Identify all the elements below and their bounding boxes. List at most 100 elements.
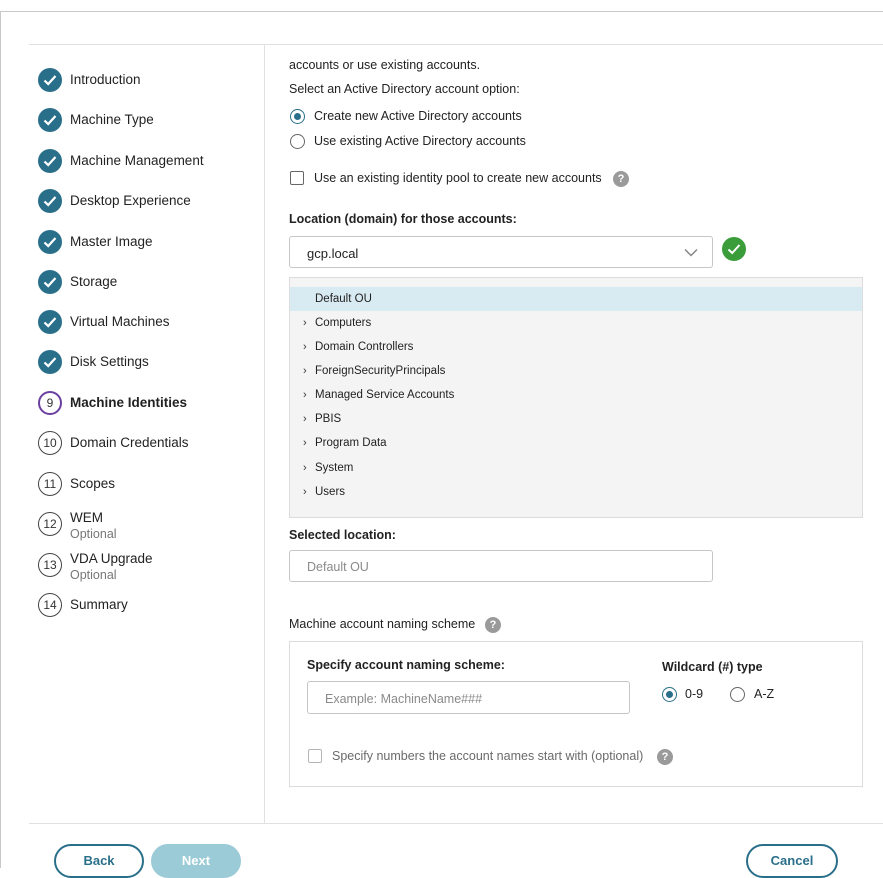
chevron-right-icon[interactable]: ›	[303, 383, 307, 407]
tree-item-label: System	[315, 462, 354, 474]
start-numbers-label[interactable]: Specify numbers the account names start …	[332, 749, 643, 763]
naming-scheme-placeholder: Example: MachineName###	[325, 692, 483, 706]
step-number: 12	[38, 512, 62, 536]
tree-item[interactable]: › System	[290, 456, 862, 480]
step-number: 9	[38, 391, 62, 415]
identity-pool-checkbox[interactable]	[290, 171, 304, 185]
help-icon[interactable]: ?	[613, 171, 629, 187]
chevron-right-icon[interactable]: ›	[303, 407, 307, 431]
step-machine-type[interactable]: Machine Type	[38, 108, 154, 132]
tree-item-label: Users	[315, 486, 346, 498]
step-scopes[interactable]: 11 Scopes	[38, 472, 115, 496]
ou-tree: Default OU › Computers › Domain Controll…	[289, 277, 863, 518]
checkmark-icon	[38, 310, 62, 334]
back-button[interactable]: Back	[54, 844, 144, 878]
chevron-right-icon[interactable]: ›	[303, 359, 307, 383]
specify-naming-label: Specify account naming scheme:	[307, 658, 505, 672]
chevron-right-icon[interactable]: ›	[303, 456, 307, 480]
step-desktop-experience[interactable]: Desktop Experience	[38, 189, 191, 213]
window-left-border	[0, 11, 1, 868]
step-optional: Optional	[70, 568, 117, 582]
step-number: 10	[38, 431, 62, 455]
selected-location-label: Selected location:	[289, 528, 396, 542]
checkmark-icon	[38, 350, 62, 374]
ad-option-prompt: Select an Active Directory account optio…	[289, 82, 520, 96]
tree-item-label: Default OU	[315, 293, 372, 305]
tree-item[interactable]: › Users	[290, 480, 862, 504]
tree-item-label: Domain Controllers	[315, 341, 414, 353]
step-label: Introduction	[70, 72, 141, 87]
tree-item[interactable]: › ForeignSecurityPrincipals	[290, 359, 862, 383]
step-label: Scopes	[70, 476, 116, 491]
identity-pool-label[interactable]: Use an existing identity pool to create …	[314, 171, 602, 185]
step-label: Master Image	[70, 234, 153, 249]
chevron-down-icon	[684, 248, 698, 257]
tree-item[interactable]: › Managed Service Accounts	[290, 383, 862, 407]
step-summary[interactable]: 14 Summary	[38, 593, 128, 617]
tree-item-label: Program Data	[315, 437, 387, 449]
chevron-right-icon[interactable]: ›	[303, 311, 307, 335]
tree-item-default-ou[interactable]: Default OU	[290, 287, 862, 311]
help-icon[interactable]: ?	[657, 749, 673, 765]
wildcard-0-9-radio[interactable]	[662, 687, 677, 702]
tree-item[interactable]: › PBIS	[290, 407, 862, 431]
checkmark-icon	[38, 270, 62, 294]
checkmark-icon	[38, 108, 62, 132]
chevron-right-icon[interactable]: ›	[303, 480, 307, 504]
step-number: 14	[38, 593, 62, 617]
tree-item[interactable]: › Computers	[290, 311, 862, 335]
step-label: Virtual Machines	[70, 314, 170, 329]
naming-scheme-label: Machine account naming scheme	[289, 617, 476, 631]
step-domain-credentials[interactable]: 10 Domain Credentials	[38, 431, 189, 455]
wildcard-type-label: Wildcard (#) type	[662, 660, 763, 674]
tree-item-label: ForeignSecurityPrincipals	[315, 365, 446, 377]
step-label: Machine Management	[70, 153, 204, 168]
checkmark-icon	[38, 230, 62, 254]
step-label: Desktop Experience	[70, 193, 191, 208]
step-label: Machine Identities	[70, 395, 188, 410]
wildcard-a-z-radio[interactable]	[730, 687, 745, 702]
step-label: Storage	[70, 274, 118, 289]
sidebar-divider	[264, 44, 265, 824]
step-label: Disk Settings	[70, 354, 149, 369]
step-machine-identities[interactable]: 9 Machine Identities	[38, 391, 187, 415]
step-virtual-machines[interactable]: Virtual Machines	[38, 310, 170, 334]
tree-item-label: Computers	[315, 317, 372, 329]
naming-scheme-input[interactable]: Example: MachineName###	[307, 681, 630, 714]
cancel-button[interactable]: Cancel	[746, 844, 838, 878]
header-divider	[29, 44, 883, 45]
wildcard-a-z-label[interactable]: A-Z	[754, 687, 774, 701]
domain-select[interactable]: gcp.local	[289, 236, 713, 268]
start-numbers-checkbox[interactable]	[308, 749, 322, 763]
step-machine-management[interactable]: Machine Management	[38, 149, 204, 173]
step-disk-settings[interactable]: Disk Settings	[38, 350, 149, 374]
step-storage[interactable]: Storage	[38, 270, 117, 294]
step-number: 11	[38, 472, 62, 496]
step-number: 13	[38, 553, 62, 577]
use-existing-ad-radio[interactable]	[290, 134, 305, 149]
tree-item[interactable]: › Domain Controllers	[290, 335, 862, 359]
intro-text: accounts or use existing accounts.	[289, 58, 481, 72]
use-existing-ad-label[interactable]: Use existing Active Directory accounts	[314, 134, 526, 148]
step-label: Summary	[70, 597, 128, 612]
step-introduction[interactable]: Introduction	[38, 68, 141, 92]
chevron-right-icon[interactable]: ›	[303, 431, 307, 455]
tree-item[interactable]: › Program Data	[290, 431, 862, 455]
checkmark-icon	[38, 189, 62, 213]
wildcard-0-9-label[interactable]: 0-9	[685, 687, 703, 701]
next-button[interactable]: Next	[151, 844, 241, 878]
domain-value: gcp.local	[307, 246, 359, 261]
step-vda-upgrade[interactable]: 13 VDA Upgrade Optional	[38, 551, 153, 583]
create-new-ad-radio[interactable]	[290, 109, 305, 124]
checkmark-icon	[38, 149, 62, 173]
help-icon[interactable]: ?	[485, 617, 501, 633]
step-label: Domain Credentials	[70, 435, 189, 450]
selected-location-field: Default OU	[289, 550, 713, 582]
step-label: WEM	[70, 510, 103, 525]
create-new-ad-label[interactable]: Create new Active Directory accounts	[314, 109, 522, 123]
chevron-right-icon[interactable]: ›	[303, 335, 307, 359]
step-master-image[interactable]: Master Image	[38, 230, 153, 254]
location-label: Location (domain) for those accounts:	[289, 212, 517, 226]
step-label: VDA Upgrade	[70, 551, 153, 566]
step-wem[interactable]: 12 WEM Optional	[38, 510, 117, 542]
